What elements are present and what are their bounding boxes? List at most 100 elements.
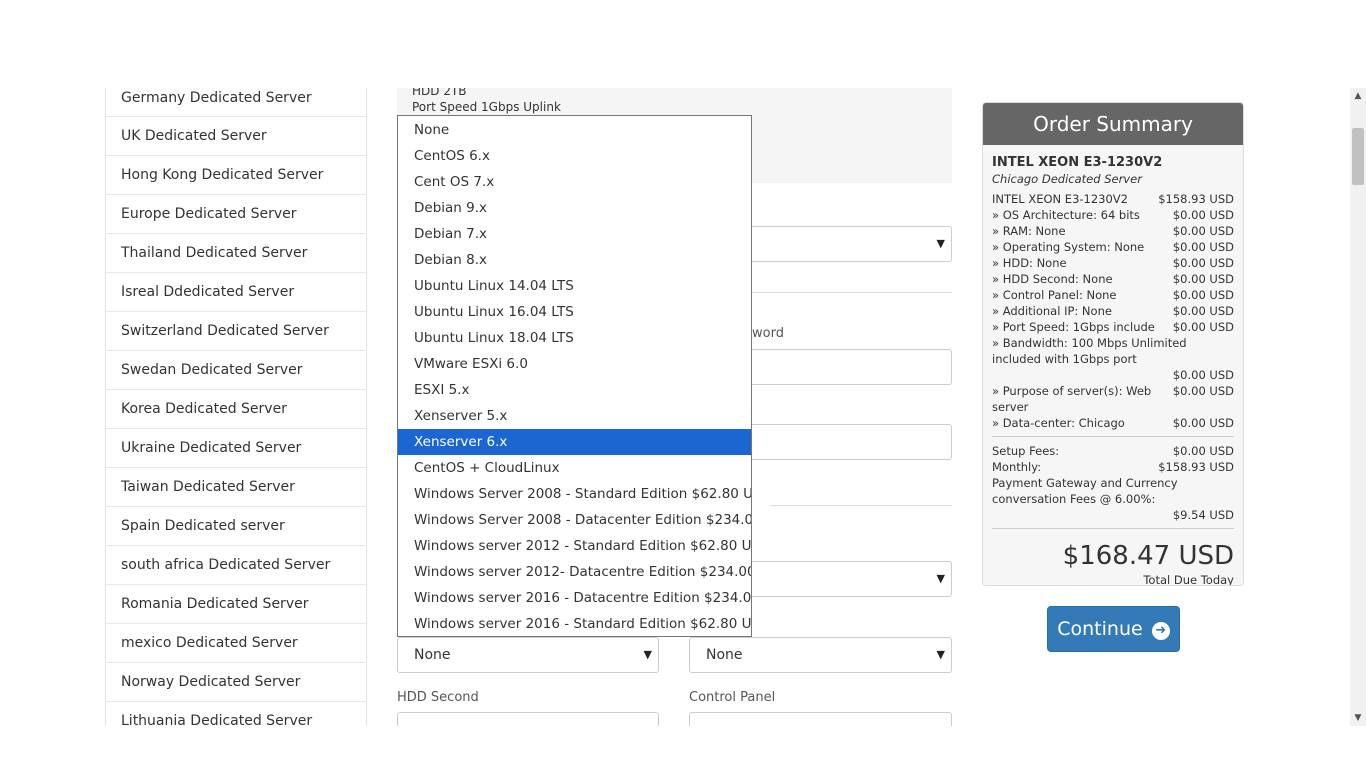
scroll-down-arrow-icon[interactable]: ▼	[1350, 710, 1366, 726]
summary-line-label: » Control Panel: None	[992, 288, 1117, 302]
gateway-fees-value: $9.54 USD	[1172, 508, 1234, 522]
additional-ip-select[interactable]: None ▼	[689, 637, 952, 673]
hdd-second-label: HDD Second	[397, 690, 479, 705]
page-scrollbar[interactable]: ▲ ▼	[1350, 88, 1366, 726]
scroll-thumb[interactable]	[1352, 128, 1364, 185]
arrow-right-circle-icon: ➜	[1151, 622, 1170, 640]
gateway-fees-label: Payment Gateway and Currency conversatio…	[992, 476, 1178, 506]
os-option[interactable]: CentOS + CloudLinux	[398, 455, 751, 481]
summary-line: » Additional IP: None $0.00 USD	[992, 303, 1234, 319]
summary-line: » Data-center: Chicago $0.00 USD	[992, 415, 1234, 431]
os-option[interactable]: ESXI 5.x	[398, 377, 751, 403]
chevron-down-icon: ▼	[936, 648, 945, 661]
sidebar-item[interactable]: south africa Dedicated Server	[106, 546, 366, 585]
operating-system-dropdown[interactable]: None CentOS 6.x Cent OS 7.x Debian 9.x Debia…	[397, 115, 752, 637]
sidebar-item[interactable]: Isreal Ddedicated Server	[106, 273, 366, 312]
summary-line-value: $0.00 USD	[1172, 304, 1234, 318]
summary-line-value: $0.00 USD	[1172, 272, 1234, 286]
category-sidebar: Germany Dedicated Server UK Dedicated Ser…	[105, 88, 367, 726]
summary-line: » RAM: None $0.00 USD	[992, 223, 1234, 239]
os-option[interactable]: Windows Server 2008 - Datacenter Edition…	[398, 507, 751, 533]
monthly-label: Monthly:	[992, 460, 1042, 474]
os-option[interactable]: None	[398, 117, 751, 143]
order-summary-panel: Order Summary INTEL XEON E3-1230V2 Chica…	[982, 102, 1244, 586]
summary-line: » HDD Second: None $0.00 USD	[992, 271, 1234, 287]
summary-line-label: » Data-center: Chicago	[992, 416, 1125, 430]
continue-button[interactable]: Continue ➜	[1047, 606, 1180, 652]
summary-divider	[992, 436, 1234, 437]
summary-line: INTEL XEON E3-1230V2 $158.93 USD	[992, 191, 1234, 207]
summary-line-label: » OS Architecture: 64 bits	[992, 208, 1140, 222]
root-password-label: word	[752, 326, 784, 341]
summary-line: » HDD: None $0.00 USD	[992, 255, 1234, 271]
sidebar-item[interactable]: mexico Dedicated Server	[106, 624, 366, 663]
sidebar-item[interactable]: Romania Dedicated Server	[106, 585, 366, 624]
sidebar-item[interactable]: Lithuania Dedicated Server	[106, 702, 366, 726]
os-option[interactable]: Xenserver 5.x	[398, 403, 751, 429]
sidebar-item[interactable]: UK Dedicated Server	[106, 117, 366, 156]
summary-line-value: $0.00 USD	[1172, 224, 1234, 238]
os-option[interactable]: VMware ESXi 6.0	[398, 351, 751, 377]
os-option[interactable]: Windows server 2012 - Standard Edition $…	[398, 533, 751, 559]
os-option[interactable]: Windows server 2012- Datacentre Edition …	[398, 559, 751, 585]
os-option[interactable]: CentOS 6.x	[398, 143, 751, 169]
summary-line-value: $0.00 USD	[1172, 416, 1234, 430]
sidebar-item[interactable]: Swedan Dedicated Server	[106, 351, 366, 390]
sidebar-item[interactable]: Switzerland Dedicated Server	[106, 312, 366, 351]
chevron-down-icon: ▼	[936, 572, 945, 585]
summary-line-label: » Purpose of server(s): Web server	[992, 384, 1152, 414]
os-option[interactable]: Ubuntu Linux 14.04 LTS	[398, 273, 751, 299]
hdd-spec-text: HDD 2TB	[412, 88, 467, 98]
summary-bandwidth-label: » Bandwidth: 100 Mbps Unlimited included…	[992, 336, 1187, 366]
divider	[770, 505, 952, 506]
scroll-up-arrow-icon[interactable]: ▲	[1350, 88, 1366, 104]
chevron-down-icon: ▼	[643, 648, 652, 661]
os-option[interactable]: Debian 8.x	[398, 247, 751, 273]
summary-line-label: » Port Speed: 1Gbps include	[992, 320, 1155, 334]
setup-fees-label: Setup Fees:	[992, 444, 1060, 458]
summary-line-label: » HDD: None	[992, 256, 1067, 270]
os-option[interactable]: Windows Server 2008 - Standard Edition $…	[398, 481, 751, 507]
control-panel-select[interactable]	[689, 712, 952, 726]
summary-bandwidth-value: $0.00 USD	[1172, 368, 1234, 382]
hdd-second-select[interactable]	[397, 712, 659, 726]
os-option[interactable]: Ubuntu Linux 16.04 LTS	[398, 299, 751, 325]
setup-fees-value: $0.00 USD	[1172, 444, 1234, 458]
sidebar-item[interactable]: Spain Dedicated server	[106, 507, 366, 546]
summary-line-label: » RAM: None	[992, 224, 1066, 238]
summary-product-group: Chicago Dedicated Server	[992, 172, 1142, 186]
chevron-down-icon: ▼	[936, 237, 945, 250]
sidebar-item[interactable]: Taiwan Dedicated Server	[106, 468, 366, 507]
sidebar-item[interactable]: Norway Dedicated Server	[106, 663, 366, 702]
sidebar-item[interactable]: Germany Dedicated Server	[106, 88, 366, 117]
summary-line: » Purpose of server(s): Web server $0.00 …	[992, 383, 1234, 415]
os-option[interactable]: Ubuntu Linux 18.04 LTS	[398, 325, 751, 351]
total-due-label: Total Due Today	[1143, 573, 1234, 586]
summary-line: » OS Architecture: 64 bits $0.00 USD	[992, 207, 1234, 223]
hdd-select[interactable]: None ▼	[397, 637, 659, 673]
os-option[interactable]: Debian 9.x	[398, 195, 751, 221]
sidebar-item[interactable]: Europe Dedicated Server	[106, 195, 366, 234]
summary-monthly-row: Monthly: $158.93 USD	[992, 459, 1234, 475]
monthly-value: $158.93 USD	[1158, 460, 1234, 474]
summary-line-value: $0.00 USD	[1172, 240, 1234, 254]
os-option[interactable]: Windows server 2016 - Standard Edition $…	[398, 611, 751, 637]
summary-line-value: $158.93 USD	[1158, 192, 1234, 206]
os-option[interactable]: Cent OS 7.x	[398, 169, 751, 195]
os-option[interactable]: Debian 7.x	[398, 221, 751, 247]
additional-ip-select-value: None	[706, 647, 743, 663]
sidebar-item[interactable]: Hong Kong Dedicated Server	[106, 156, 366, 195]
summary-line: » Port Speed: 1Gbps include $0.00 USD	[992, 319, 1234, 335]
summary-line: » Operating System: None $0.00 USD	[992, 239, 1234, 255]
summary-product-name: INTEL XEON E3-1230V2	[992, 155, 1163, 170]
summary-line-value: $0.00 USD	[1172, 384, 1234, 398]
os-option[interactable]: Xenserver 6.x	[398, 429, 751, 455]
summary-line-value: $0.00 USD	[1172, 288, 1234, 302]
sidebar-item[interactable]: Thailand Dedicated Server	[106, 234, 366, 273]
summary-setup-row: Setup Fees: $0.00 USD	[992, 443, 1234, 459]
continue-button-label: Continue	[1057, 618, 1143, 640]
sidebar-item[interactable]: Ukraine Dedicated Server	[106, 429, 366, 468]
sidebar-item[interactable]: Korea Dedicated Server	[106, 390, 366, 429]
summary-divider	[992, 528, 1234, 529]
os-option[interactable]: Windows server 2016 - Datacentre Edition…	[398, 585, 751, 611]
